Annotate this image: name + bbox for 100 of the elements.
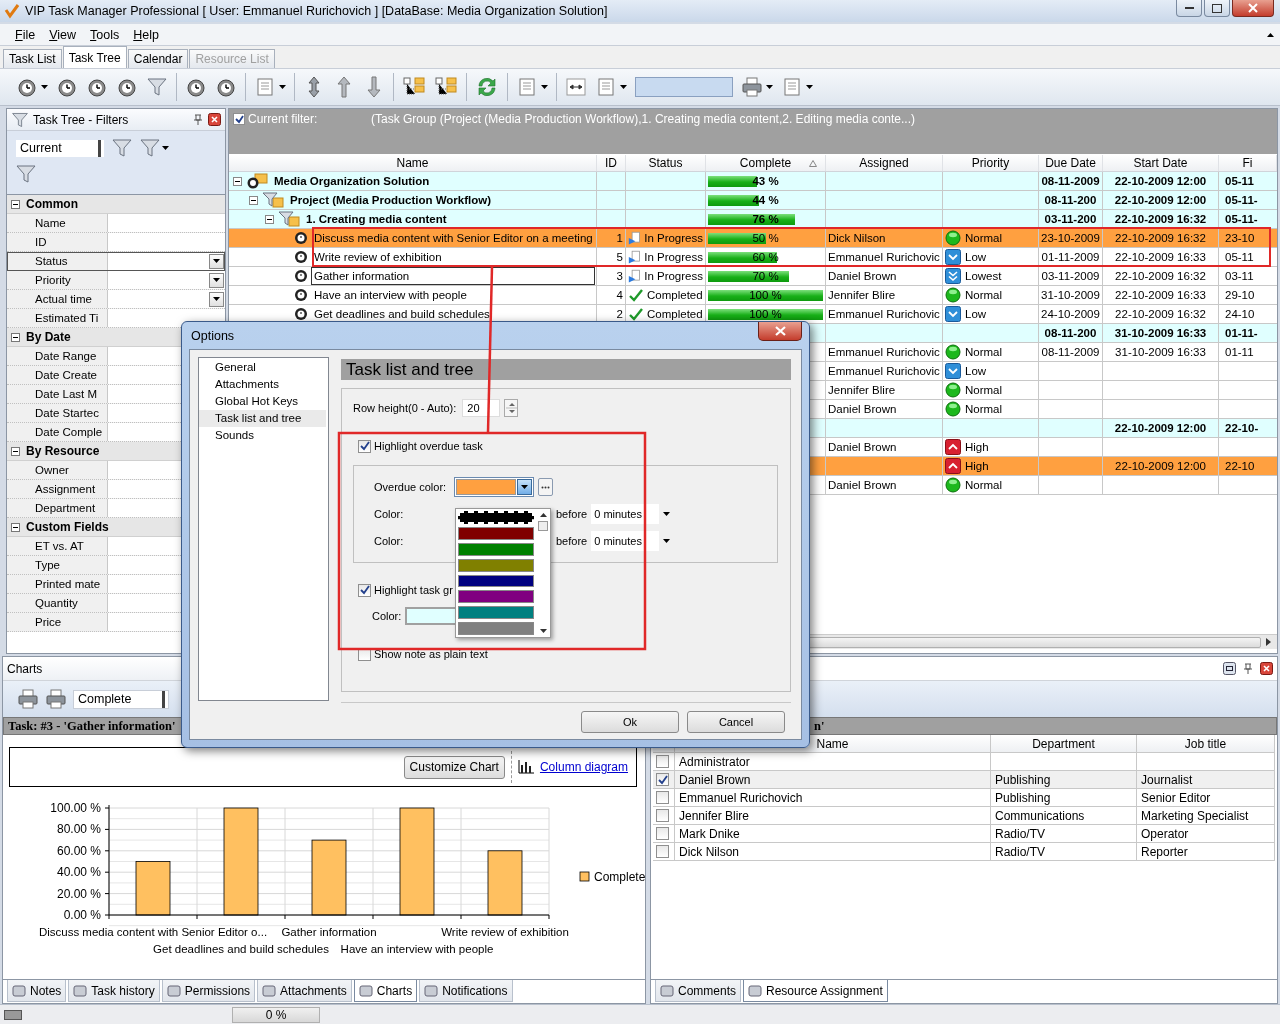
task-row[interactable]: Discuss media content with Senior Editor on a meeting 1 In Progress 50 % Dick Nilson Normal 23-10-2009 22-10-2009 16:32 23-10	[229, 229, 1277, 248]
column-diagram-link[interactable]: Column diagram	[539, 760, 628, 774]
column-header[interactable]: Complete	[706, 155, 826, 171]
caret-icon[interactable]	[663, 512, 671, 516]
clock-icon[interactable]	[56, 76, 78, 98]
menu-item[interactable]: View	[49, 27, 77, 42]
column-header[interactable]: Priority	[943, 155, 1039, 171]
pin-icon[interactable]	[1242, 662, 1254, 675]
checkbox[interactable]	[656, 791, 669, 804]
color-option[interactable]	[458, 574, 534, 588]
filter-field[interactable]: Status	[7, 252, 225, 271]
view-tab[interactable]: Task List	[3, 49, 62, 68]
minimize-button[interactable]	[1176, 0, 1202, 17]
panel-tab[interactable]: Attachments	[257, 980, 352, 1002]
color-picker[interactable]	[454, 477, 534, 497]
caret-icon[interactable]	[279, 85, 286, 89]
checkbox[interactable]	[656, 773, 669, 786]
caret-icon[interactable]	[213, 259, 220, 263]
collapse-icon[interactable]	[11, 199, 20, 209]
row-height-field[interactable]: 20	[462, 399, 501, 417]
panel-tab[interactable]: Resource Assignment	[743, 980, 888, 1002]
metric-dropdown[interactable]: Complete	[73, 689, 169, 709]
color-option[interactable]	[458, 622, 534, 635]
caret-icon[interactable]	[766, 85, 773, 89]
printer-icon[interactable]	[17, 688, 39, 710]
color-option[interactable]	[458, 606, 534, 620]
filter-field[interactable]: ID	[7, 233, 225, 252]
page-item[interactable]: Task list and tree	[199, 410, 326, 427]
caret-icon[interactable]	[41, 85, 48, 89]
clock-icon[interactable]	[215, 76, 237, 98]
checkbox[interactable]	[656, 827, 669, 840]
tree-icon[interactable]	[434, 76, 458, 98]
clock-icon[interactable]	[185, 76, 207, 98]
caret-icon[interactable]	[806, 85, 813, 89]
collapse-icon[interactable]	[11, 522, 20, 532]
minutes-dropdown[interactable]: 0 minutes	[591, 531, 660, 551]
checkbox[interactable]	[358, 439, 371, 453]
refresh-icon[interactable]	[475, 75, 499, 99]
panel-tab[interactable]: Comments	[655, 980, 741, 1002]
scroll-thumb[interactable]	[538, 521, 548, 531]
filter-field[interactable]: Estimated Ti	[7, 309, 225, 328]
clock-icon[interactable]	[86, 76, 108, 98]
checkbox[interactable]	[656, 845, 669, 858]
column-header[interactable]: ID	[597, 155, 626, 171]
scroll-up-icon[interactable]	[539, 513, 547, 517]
view-tab[interactable]: Calendar	[127, 49, 189, 68]
column-header[interactable]: Department	[991, 735, 1137, 752]
checkbox[interactable]	[358, 583, 371, 597]
checkbox[interactable]	[656, 755, 669, 768]
color-option[interactable]	[458, 542, 534, 556]
column-header[interactable]: Name	[229, 155, 597, 171]
color-option[interactable]	[458, 590, 534, 604]
checkbox[interactable]	[233, 113, 245, 125]
task-row[interactable]: 1. Creating media content 76 % 03-11-200 22-10-2009 16:32 05-11-	[229, 210, 1277, 229]
dialog-button[interactable]: Cancel	[687, 711, 785, 733]
maximize-button[interactable]	[1204, 0, 1230, 17]
scroll-right-icon[interactable]	[1266, 638, 1271, 646]
task-row[interactable]: Have an interview with people 4 Completed 100 % Jennifer Blire Normal 31-10-2009 22-10-2009 16:33 29-10	[229, 286, 1277, 305]
panel-tab[interactable]: Charts	[353, 980, 418, 1002]
more-button[interactable]	[538, 478, 553, 496]
panel-tab[interactable]: Notifications	[419, 980, 513, 1002]
clock-icon[interactable]	[116, 76, 138, 98]
collapse-icon[interactable]	[11, 332, 20, 342]
restore-icon[interactable]	[1223, 662, 1236, 675]
color-option[interactable]	[458, 526, 534, 540]
task-row[interactable]: Gather information 3 In Progress 70 % Daniel Brown Lowest 03-11-2009 22-10-2009 16:32 03-11	[229, 267, 1277, 286]
caret-icon[interactable]	[541, 85, 548, 89]
caret-icon[interactable]	[213, 297, 220, 301]
close-icon[interactable]	[1260, 662, 1273, 675]
column-width-icon[interactable]	[565, 76, 587, 98]
column-header[interactable]: Assigned	[826, 155, 943, 171]
close-icon[interactable]	[208, 113, 221, 126]
caret-icon[interactable]	[1267, 32, 1274, 37]
menu-item[interactable]: File	[15, 27, 36, 42]
close-button[interactable]	[1232, 0, 1274, 17]
customize-chart-button[interactable]: Customize Chart	[403, 755, 505, 779]
toolbar-field[interactable]	[635, 77, 733, 97]
filter-field[interactable]: Actual time	[7, 290, 225, 309]
caret-icon[interactable]	[620, 85, 627, 89]
funnel-icon[interactable]	[15, 163, 37, 185]
collapse-icon[interactable]	[11, 446, 20, 456]
menu-item[interactable]: Help	[133, 27, 159, 42]
funnel-icon[interactable]	[111, 137, 133, 159]
funnel-icon[interactable]	[146, 76, 168, 98]
panel-tab[interactable]: Notes	[7, 980, 67, 1002]
tree-icon[interactable]	[402, 76, 426, 98]
column-header[interactable]: Due Date	[1039, 155, 1103, 171]
collapse-icon[interactable]	[233, 176, 242, 186]
checkbox[interactable]	[656, 809, 669, 822]
printer-icon[interactable]	[45, 688, 67, 710]
collapse-icon[interactable]	[249, 195, 258, 205]
column-header[interactable]: Fi	[1219, 155, 1277, 171]
column-header[interactable]: Start Date	[1103, 155, 1219, 171]
filter-field[interactable]: Name	[7, 214, 225, 233]
color-option[interactable]	[458, 558, 534, 572]
panel-tab[interactable]: Task history	[68, 980, 160, 1002]
caret-icon[interactable]	[162, 146, 169, 150]
dialog-button[interactable]: Ok	[581, 711, 679, 733]
clock-icon[interactable]	[16, 76, 38, 98]
printer-icon[interactable]	[741, 76, 763, 98]
